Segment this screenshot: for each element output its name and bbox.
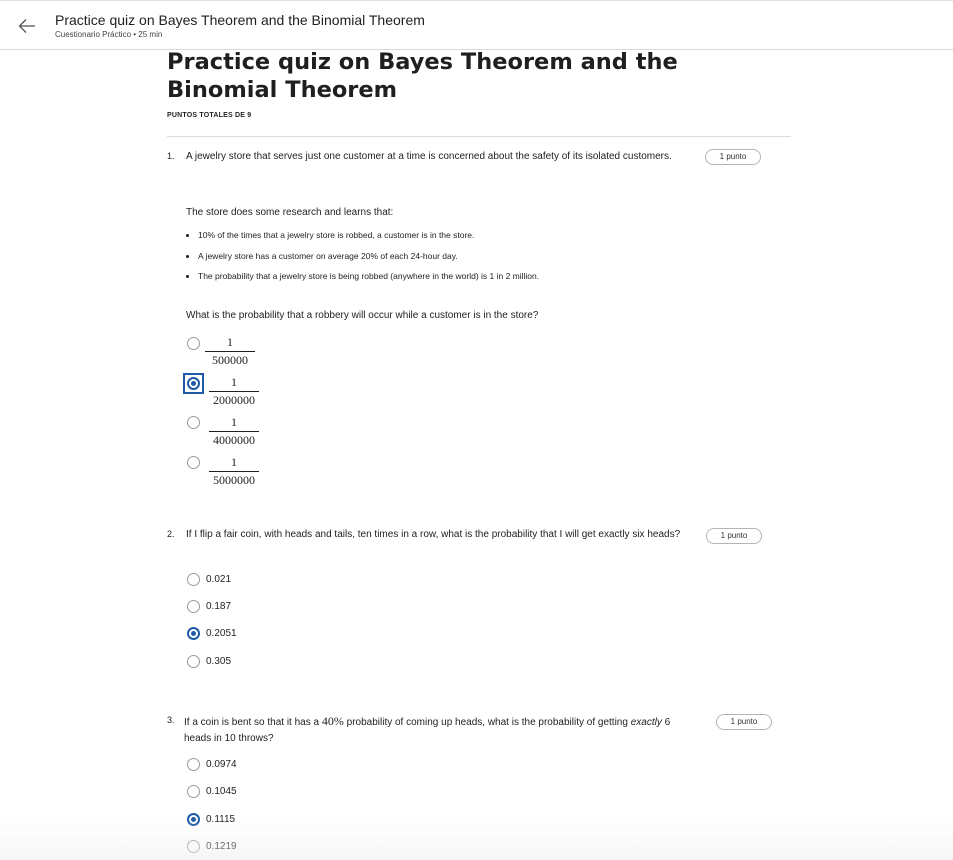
question-3-number: 3.	[167, 715, 175, 725]
question-2-text: If I flip a fair coin, with heads and ta…	[186, 529, 681, 540]
question-1-number: 1.	[167, 151, 175, 161]
fraction-bar	[209, 431, 259, 432]
question-2-option-1-label[interactable]: 0.021	[206, 574, 231, 585]
question-3-option-4-label[interactable]: 0.1219	[206, 841, 237, 852]
question-3-option-4-radio[interactable]	[187, 840, 200, 853]
fraction-numerator: 1	[231, 415, 237, 429]
question-1-option-4-fraction[interactable]: 1 5000000	[209, 455, 259, 487]
question-3-points-badge: 1 punto	[716, 714, 772, 730]
question-1-intro: The store does some research and learns …	[186, 207, 394, 218]
fraction-denominator: 4000000	[213, 433, 255, 447]
arrow-left-icon	[18, 19, 35, 33]
question-3-emphasis: exactly	[630, 717, 662, 728]
fraction-bar	[209, 391, 259, 392]
fraction-denominator: 500000	[212, 353, 248, 367]
total-points: PUNTOS TOTALES DE 9	[167, 112, 252, 119]
back-button[interactable]	[16, 15, 38, 37]
fraction-bar	[205, 351, 255, 352]
fraction-denominator: 2000000	[213, 393, 255, 407]
question-2-option-3-radio[interactable]	[187, 627, 200, 640]
question-3-option-2-label[interactable]: 0.1045	[206, 786, 237, 797]
question-3-text: If a coin is bent so that it has a 40% p…	[184, 713, 699, 747]
fraction-denominator: 5000000	[213, 473, 255, 487]
question-3-option-1-radio[interactable]	[187, 758, 200, 771]
question-3-math: 40%	[321, 714, 344, 728]
question-2-number: 2.	[167, 529, 175, 539]
top-header-bar: Practice quiz on Bayes Theorem and the B…	[0, 0, 953, 50]
question-1-bullet: A jewelry store has a customer on averag…	[186, 251, 458, 261]
fraction-numerator: 1	[231, 375, 237, 389]
question-1-bullet: The probability that a jewelry store is …	[185, 271, 540, 281]
question-3-option-3-label[interactable]: 0.1115	[206, 814, 235, 825]
question-2-option-4-label[interactable]: 0.305	[206, 656, 231, 667]
question-3-option-1-label[interactable]: 0.0974	[206, 759, 237, 770]
question-2-option-1-radio[interactable]	[187, 573, 200, 586]
question-1-prompt: What is the probability that a robbery w…	[186, 310, 539, 321]
question-1-option-3-radio[interactable]	[187, 416, 200, 429]
question-2-option-2-label[interactable]: 0.187	[206, 601, 231, 612]
page-title: Practice quiz on Bayes Theorem and the B…	[167, 49, 678, 103]
question-3-text-part: If a coin is bent so that it has a	[184, 717, 322, 728]
question-3-text-part: probability of coming up heads, what is …	[343, 717, 631, 728]
question-2-option-3-label[interactable]: 0.2051	[206, 628, 237, 639]
question-1-option-2-radio[interactable]	[187, 377, 200, 390]
header-meta: Cuestionario Práctico • 25 min	[55, 30, 163, 39]
fraction-numerator: 1	[227, 335, 233, 349]
question-1-text: A jewelry store that serves just one cus…	[186, 151, 672, 162]
question-1-bullet: 10% of the times that a jewelry store is…	[185, 230, 475, 240]
bottom-fade	[0, 818, 953, 860]
fraction-numerator: 1	[231, 455, 237, 469]
question-3-option-2-radio[interactable]	[187, 785, 200, 798]
question-1-option-2-fraction[interactable]: 1 2000000	[209, 375, 259, 407]
question-1-points-badge: 1 punto	[705, 149, 761, 165]
fraction-bar	[209, 471, 259, 472]
question-1-option-3-fraction[interactable]: 1 4000000	[209, 415, 259, 447]
question-1-option-1-radio[interactable]	[187, 337, 200, 350]
divider	[167, 136, 791, 137]
question-1-option-1-fraction[interactable]: 1 500000	[205, 335, 255, 367]
question-2-points-badge: 1 punto	[706, 528, 762, 544]
question-1-option-4-radio[interactable]	[187, 456, 200, 469]
question-3-option-3-radio[interactable]	[187, 813, 200, 826]
question-2-option-2-radio[interactable]	[187, 600, 200, 613]
header-title: Practice quiz on Bayes Theorem and the B…	[55, 12, 425, 28]
question-2-option-4-radio[interactable]	[187, 655, 200, 668]
